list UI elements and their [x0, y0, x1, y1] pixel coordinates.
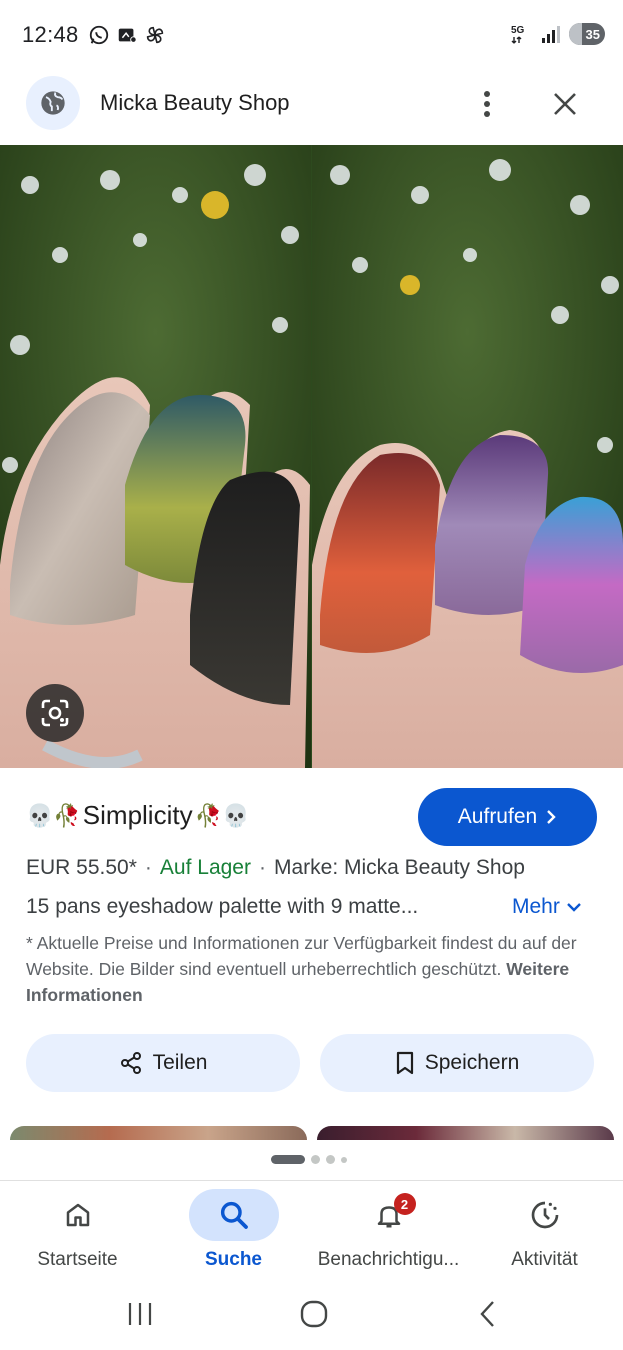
- search-icon: [220, 1201, 248, 1229]
- share-button-label: Teilen: [152, 1051, 208, 1074]
- kebab-menu-icon: [484, 91, 490, 117]
- more-button[interactable]: Mehr: [512, 895, 582, 919]
- svg-text:5G: 5G: [511, 25, 525, 36]
- more-options-button[interactable]: [472, 86, 502, 122]
- save-button-label: Speichern: [424, 1051, 520, 1074]
- whatsapp-icon: [89, 25, 109, 45]
- save-button[interactable]: Speichern: [320, 1034, 594, 1092]
- brand: Marke: Micka Beauty Shop: [273, 856, 525, 879]
- product-title: 💀🥀 Simplicity 🥀💀: [26, 800, 249, 831]
- nav-label-notifications: Benachrichtigu...: [317, 1249, 460, 1270]
- nav-item-activity[interactable]: Aktivität: [467, 1181, 622, 1281]
- nav-label-home: Startseite: [37, 1249, 118, 1270]
- system-navigation-bar: [0, 1280, 623, 1350]
- battery-indicator: 35: [569, 23, 605, 45]
- nav-icon-container: [500, 1189, 590, 1241]
- recent-apps-button[interactable]: [118, 1294, 162, 1334]
- chevron-down-icon: [567, 903, 581, 912]
- battery-level: 35: [585, 26, 600, 42]
- nav-icon-container: [33, 1189, 123, 1241]
- title-emoji-left: 💀🥀: [26, 802, 81, 828]
- google-lens-button[interactable]: [26, 684, 84, 742]
- share-button[interactable]: Teilen: [26, 1034, 300, 1092]
- product-image[interactable]: [0, 145, 623, 768]
- nav-icon-container: 2: [344, 1189, 434, 1241]
- close-button[interactable]: [547, 86, 583, 122]
- home-circle-icon: [300, 1300, 328, 1328]
- pager-dot: [326, 1155, 335, 1164]
- signal-icon: [542, 26, 560, 43]
- chevron-right-icon: [547, 810, 556, 824]
- nav-item-notifications[interactable]: 2 Benachrichtigu...: [311, 1181, 466, 1281]
- nav-label-activity: Aktivität: [511, 1249, 578, 1270]
- notification-icons: [88, 24, 166, 46]
- pager-dot: [311, 1155, 320, 1164]
- visit-button-label: Aufrufen: [457, 805, 538, 828]
- home-button[interactable]: [292, 1294, 336, 1334]
- back-button[interactable]: [466, 1294, 510, 1334]
- recents-icon: [128, 1303, 152, 1325]
- related-image-thumbnail[interactable]: [317, 1126, 614, 1140]
- header: Micka Beauty Shop: [0, 70, 623, 140]
- network-5g-icon: 5G: [511, 25, 525, 44]
- globe-icon: [41, 91, 65, 115]
- home-icon: [66, 1203, 89, 1227]
- pinwheel-icon: [146, 26, 164, 44]
- nav-icon-container: [188, 1189, 279, 1241]
- nav-label-search: Suche: [204, 1249, 263, 1270]
- bookmark-icon: [396, 1051, 413, 1075]
- price: EUR 55.50*: [26, 856, 137, 879]
- title-emoji-right: 🥀💀: [194, 802, 250, 828]
- more-button-label: Mehr: [512, 895, 560, 918]
- lens-icon: [41, 699, 69, 727]
- product-meta: EUR 55.50* · Auf Lager · Marke: Micka Beauty…: [26, 856, 525, 879]
- site-name: Micka Beauty Shop: [100, 90, 290, 115]
- product-description: 15 pans eyeshadow palette with 9 matte..…: [26, 895, 419, 918]
- site-favicon: [26, 76, 80, 130]
- product-name: Simplicity: [82, 800, 193, 830]
- visit-button[interactable]: Aufrufen: [418, 788, 597, 846]
- activity-icon: [531, 1201, 558, 1229]
- media-icon: [118, 28, 137, 43]
- bottom-navigation: Startseite Suche 2 Benachrichtigu... Akt…: [0, 1180, 623, 1280]
- nav-item-search[interactable]: Suche: [156, 1181, 311, 1281]
- eyeshadow-swatch-photo: [0, 145, 623, 768]
- pager-dot-active: [271, 1155, 305, 1164]
- stock-status: Auf Lager: [159, 856, 251, 879]
- pager-indicator: [271, 1155, 347, 1164]
- back-icon: [480, 1301, 494, 1327]
- status-time: 12:48: [22, 22, 79, 47]
- share-icon: [120, 1052, 141, 1074]
- pager-dot: [341, 1156, 347, 1163]
- close-icon: [554, 93, 576, 115]
- system-status: 5G 35: [511, 23, 605, 45]
- status-bar: 12:48 5G 35: [0, 0, 623, 70]
- notification-badge: 2: [393, 1193, 416, 1215]
- disclaimer: * Aktuelle Preise und Informationen zur …: [26, 930, 596, 1008]
- disclaimer-text: * Aktuelle Preise und Informationen zur …: [26, 933, 577, 979]
- related-image-thumbnail[interactable]: [10, 1126, 307, 1140]
- nav-item-home[interactable]: Startseite: [0, 1181, 155, 1281]
